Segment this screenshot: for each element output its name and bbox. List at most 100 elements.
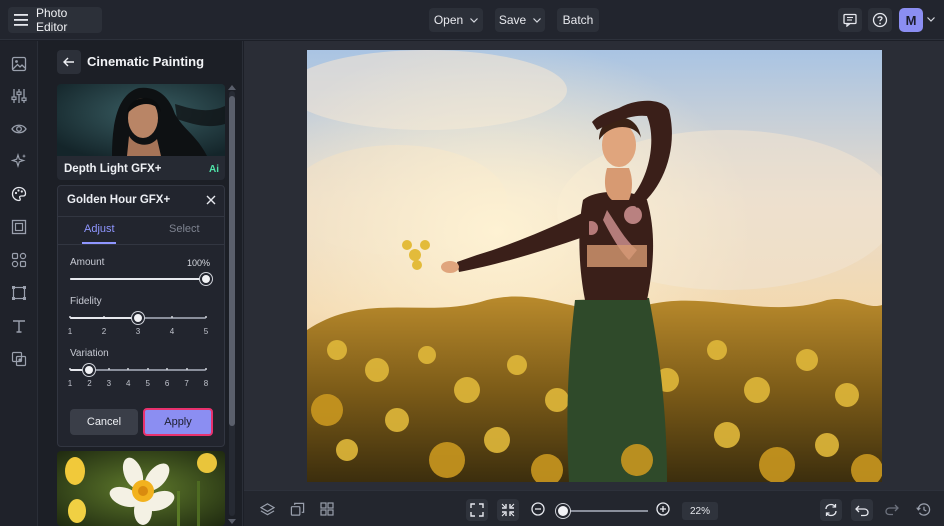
- duplicate-button[interactable]: [287, 499, 307, 519]
- effect-card-preview-daffodil[interactable]: [57, 451, 225, 526]
- compare-button[interactable]: [820, 499, 842, 521]
- actual-size-button[interactable]: [497, 499, 519, 521]
- zoom-out-icon: [531, 502, 545, 516]
- text-icon[interactable]: [11, 318, 27, 334]
- fidelity-slider-fill: [70, 317, 138, 319]
- top-bar: Photo Editor Open Save Batch M: [0, 0, 944, 40]
- undo-button[interactable]: [851, 499, 873, 521]
- divider: [58, 216, 224, 217]
- back-button[interactable]: [57, 50, 81, 74]
- actual-size-icon: [501, 503, 515, 517]
- photo-editor-app: Photo Editor Open Save Batch M Cinematic…: [0, 0, 944, 526]
- overlay-icon[interactable]: [11, 351, 27, 367]
- scrollbar-thumb[interactable]: [229, 96, 235, 426]
- zoom-slider[interactable]: [562, 510, 648, 512]
- cancel-button[interactable]: Cancel: [70, 409, 138, 435]
- ai-badge: Ai: [209, 164, 219, 175]
- app-menu-button[interactable]: Photo Editor: [8, 6, 102, 34]
- fidelity-tick: [205, 316, 207, 318]
- user-avatar[interactable]: M: [899, 8, 923, 32]
- variation-tick-label: 3: [106, 379, 112, 388]
- effect-card-label: Depth Light GFX+: [64, 163, 162, 175]
- menu-icon: [14, 14, 28, 26]
- feedback-button[interactable]: [838, 8, 862, 32]
- fidelity-tick-label: 3: [135, 327, 141, 336]
- batch-button[interactable]: Batch: [557, 8, 599, 32]
- variation-label: Variation: [70, 348, 109, 359]
- history-button[interactable]: [913, 499, 933, 519]
- save-label: Save: [498, 13, 527, 27]
- zoom-out-button[interactable]: [528, 499, 548, 519]
- fidelity-tick: [171, 316, 173, 318]
- variation-tick-label: 5: [145, 379, 150, 388]
- compare-icon: [825, 503, 837, 517]
- sparkle-icon[interactable]: [11, 153, 27, 169]
- image-icon[interactable]: [11, 56, 27, 72]
- crop-icon[interactable]: [11, 285, 27, 301]
- zoom-slider-handle[interactable]: [556, 504, 570, 518]
- amount-slider-fill: [70, 278, 206, 280]
- effect-card-depth-light[interactable]: Depth Light GFX+ Ai: [57, 84, 225, 180]
- amount-slider-handle[interactable]: [200, 273, 212, 285]
- variation-tick: [185, 368, 188, 370]
- close-icon[interactable]: [205, 194, 217, 206]
- shapes-icon[interactable]: [11, 252, 27, 268]
- tab-select[interactable]: Select: [169, 223, 200, 235]
- feedback-icon: [843, 13, 857, 27]
- layers-button[interactable]: [257, 499, 277, 519]
- redo-button[interactable]: [882, 499, 902, 519]
- fit-screen-button[interactable]: [466, 499, 488, 521]
- variation-tick: [107, 368, 110, 370]
- amount-slider[interactable]: [70, 273, 212, 285]
- divider: [58, 244, 224, 245]
- amount-value: 100%: [186, 258, 210, 268]
- chevron-down-icon: [533, 17, 542, 23]
- help-button[interactable]: [868, 8, 892, 32]
- open-button[interactable]: Open: [429, 8, 483, 32]
- fidelity-tick-label: 2: [101, 327, 107, 336]
- save-button[interactable]: Save: [495, 8, 545, 32]
- fidelity-slider[interactable]: [69, 312, 207, 324]
- eye-icon[interactable]: [11, 121, 27, 137]
- fidelity-tick-label: 1: [67, 327, 73, 336]
- variation-tick-label: 2: [87, 379, 92, 388]
- variation-slider-handle[interactable]: [83, 364, 96, 376]
- variation-tick: [146, 368, 149, 370]
- undo-icon: [855, 505, 869, 517]
- history-icon: [915, 502, 930, 516]
- sliders-icon[interactable]: [11, 88, 27, 104]
- variation-tick-label: 8: [203, 379, 209, 388]
- bottom-bar: 22%: [244, 490, 944, 526]
- zoom-in-button[interactable]: [653, 499, 673, 519]
- effect-preview-image: [57, 84, 225, 156]
- chevron-down-icon[interactable]: [927, 17, 935, 22]
- fidelity-tick-label: 4: [169, 327, 175, 336]
- variation-tick-label: 4: [126, 379, 131, 388]
- grid-button[interactable]: [317, 499, 337, 519]
- zoom-in-icon: [656, 502, 670, 516]
- zoom-value[interactable]: 22%: [682, 502, 718, 520]
- apply-button[interactable]: Apply: [143, 408, 213, 436]
- amount-label: Amount: [70, 257, 105, 268]
- variation-slider[interactable]: [69, 364, 207, 376]
- grid-icon: [320, 502, 334, 516]
- fidelity-label: Fidelity: [70, 296, 102, 307]
- scroll-down-icon[interactable]: [228, 519, 236, 524]
- canvas-image[interactable]: [307, 50, 882, 482]
- fidelity-tick-label: 5: [203, 327, 209, 336]
- fit-screen-icon: [470, 503, 484, 517]
- variation-tick: [205, 368, 207, 370]
- variation-tick-label: 1: [67, 379, 73, 388]
- frame-icon[interactable]: [11, 219, 27, 235]
- palette-icon[interactable]: [11, 186, 27, 202]
- variation-tick-label: 6: [164, 379, 170, 388]
- app-name: Photo Editor: [35, 6, 68, 34]
- layers-icon: [259, 502, 275, 515]
- copy-icon: [290, 502, 304, 516]
- adjust-card: Golden Hour GFX+ Adjust Select Amount 10…: [57, 185, 225, 447]
- scroll-up-icon[interactable]: [228, 85, 236, 90]
- panel-title: Cinematic Painting: [87, 54, 205, 69]
- fidelity-slider-handle[interactable]: [132, 312, 144, 324]
- tab-adjust[interactable]: Adjust: [84, 223, 115, 235]
- redo-icon: [885, 504, 899, 516]
